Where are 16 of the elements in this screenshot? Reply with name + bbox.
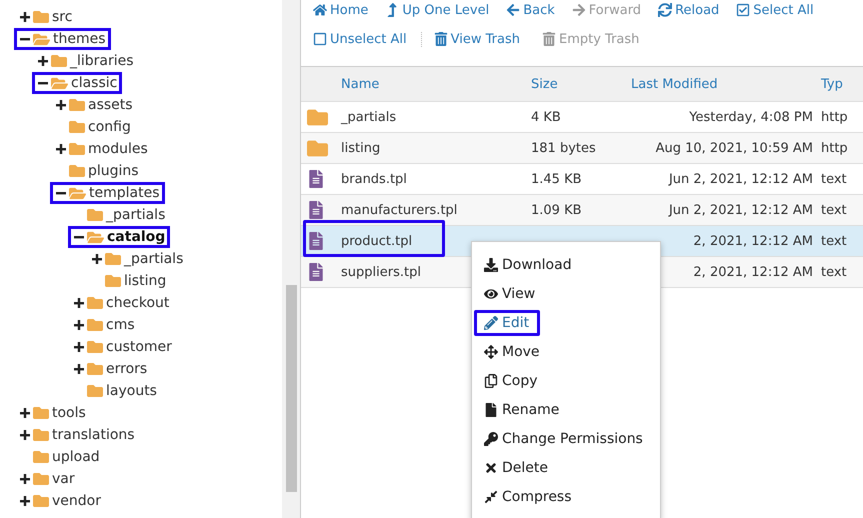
table-cell-text: text bbox=[821, 172, 848, 186]
table-cell-text: 4 KB bbox=[531, 110, 562, 124]
table-cell-text: 181 bytes bbox=[531, 140, 597, 156]
table-cell-text: 1.45 KB bbox=[531, 172, 583, 186]
table-cell-text: Yesterday, 4:08 PM bbox=[689, 110, 814, 124]
table-cell-text: Jun 2, 2021, 12:12 AM bbox=[668, 202, 814, 218]
table-cell-text: text bbox=[821, 234, 848, 248]
table-cell-text: 1.09 KB bbox=[531, 202, 583, 218]
table-cell-text: Jun 2, 2021, 12:12 AM bbox=[668, 172, 814, 186]
table-cell-text: 2, 2021, 12:12 AM bbox=[693, 234, 814, 248]
table-cell-text: http bbox=[821, 110, 849, 124]
table-cell-text: http bbox=[821, 140, 849, 156]
table-cell-text: text bbox=[821, 264, 848, 280]
table-cell-text: text bbox=[821, 202, 848, 218]
table-cell-text: Aug 10, 2021, 10:59 AM bbox=[656, 140, 814, 156]
table-cell-text: 2, 2021, 12:12 AM bbox=[693, 264, 814, 280]
